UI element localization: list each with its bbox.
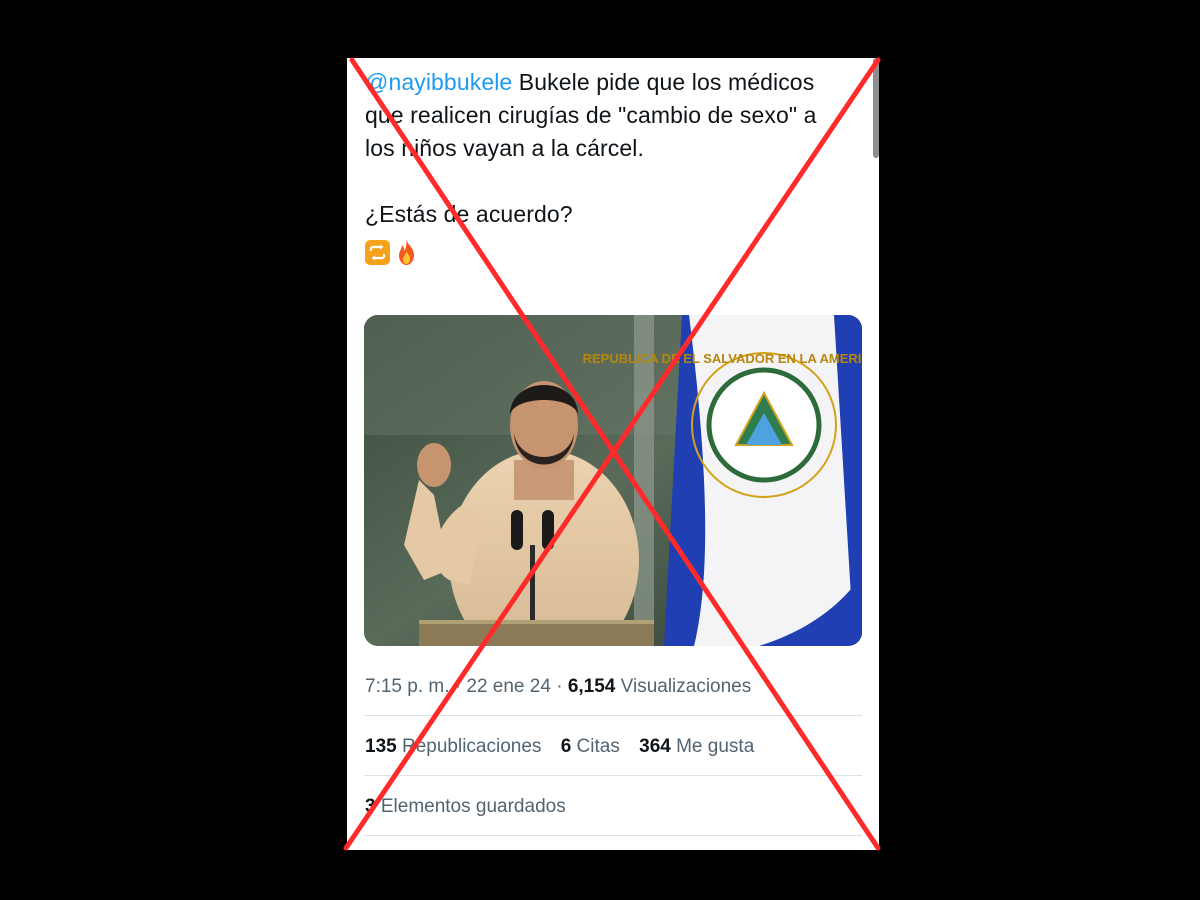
- bookmarks-stat[interactable]: 3 Elementos guardados: [365, 796, 566, 818]
- divider: [364, 715, 862, 716]
- screenshot-stage: @nayibbukele Bukele pide que los médicos…: [0, 0, 1200, 900]
- views-count: 6,154: [567, 676, 616, 697]
- scrollbar[interactable]: [873, 58, 879, 158]
- tweet-line-1-text: Bukele pide que los médicos: [512, 69, 815, 95]
- tweet-photo[interactable]: REPUBLICA DE EL SALVADOR EN LA AMERICA C…: [364, 315, 862, 646]
- bookmarks-label: Elementos guardados: [375, 796, 566, 817]
- meta-separator: ·: [550, 676, 568, 697]
- tweet-line-3: los niños vayan a la cárcel.: [365, 135, 644, 161]
- reposts-stat[interactable]: 135 Republicaciones: [365, 736, 541, 757]
- divider: [364, 775, 862, 776]
- tweet-line-2: que realicen cirugías de "cambio de sexo…: [365, 102, 817, 128]
- quotes-stat[interactable]: 6 Citas: [561, 736, 620, 757]
- repeat-emoji-icon: [365, 240, 390, 265]
- emoji-row: [365, 239, 860, 266]
- views-label: Visualizaciones: [615, 676, 752, 697]
- tweet-meta: 7:15 p. m. · 22 ene 24 · 6,154 Visualiza…: [365, 676, 751, 698]
- tweet-text: @nayibbukele Bukele pide que los médicos…: [365, 66, 860, 266]
- likes-stat[interactable]: 364 Me gusta: [639, 736, 754, 757]
- likes-count: 364: [639, 736, 671, 757]
- quotes-label: Citas: [571, 736, 620, 757]
- tweet-line-1: @nayibbukele Bukele pide que los médicos: [365, 66, 860, 99]
- mention-link[interactable]: @nayibbukele: [365, 69, 512, 95]
- reposts-count: 135: [365, 736, 397, 757]
- tweet-question: ¿Estás de acuerdo?: [365, 201, 573, 227]
- meta-separator: ·: [449, 676, 467, 697]
- tweet-date[interactable]: 22 ene 24: [466, 676, 551, 697]
- bookmarks-count: 3: [365, 796, 376, 817]
- tweet-panel: @nayibbukele Bukele pide que los médicos…: [347, 58, 879, 850]
- quotes-count: 6: [560, 736, 572, 757]
- tweet-stats: 135 Republicaciones 6 Citas 364 Me gusta: [365, 736, 768, 758]
- divider: [364, 835, 862, 836]
- fire-emoji-icon: [394, 239, 419, 266]
- flag-text: REPUBLICA DE EL SALVADOR EN LA AMERICA C…: [583, 351, 862, 366]
- likes-label: Me gusta: [670, 736, 755, 757]
- reposts-label: Republicaciones: [396, 736, 542, 757]
- tweet-time[interactable]: 7:15 p. m.: [365, 676, 450, 697]
- photo-illustration: REPUBLICA DE EL SALVADOR EN LA AMERICA C…: [364, 315, 862, 646]
